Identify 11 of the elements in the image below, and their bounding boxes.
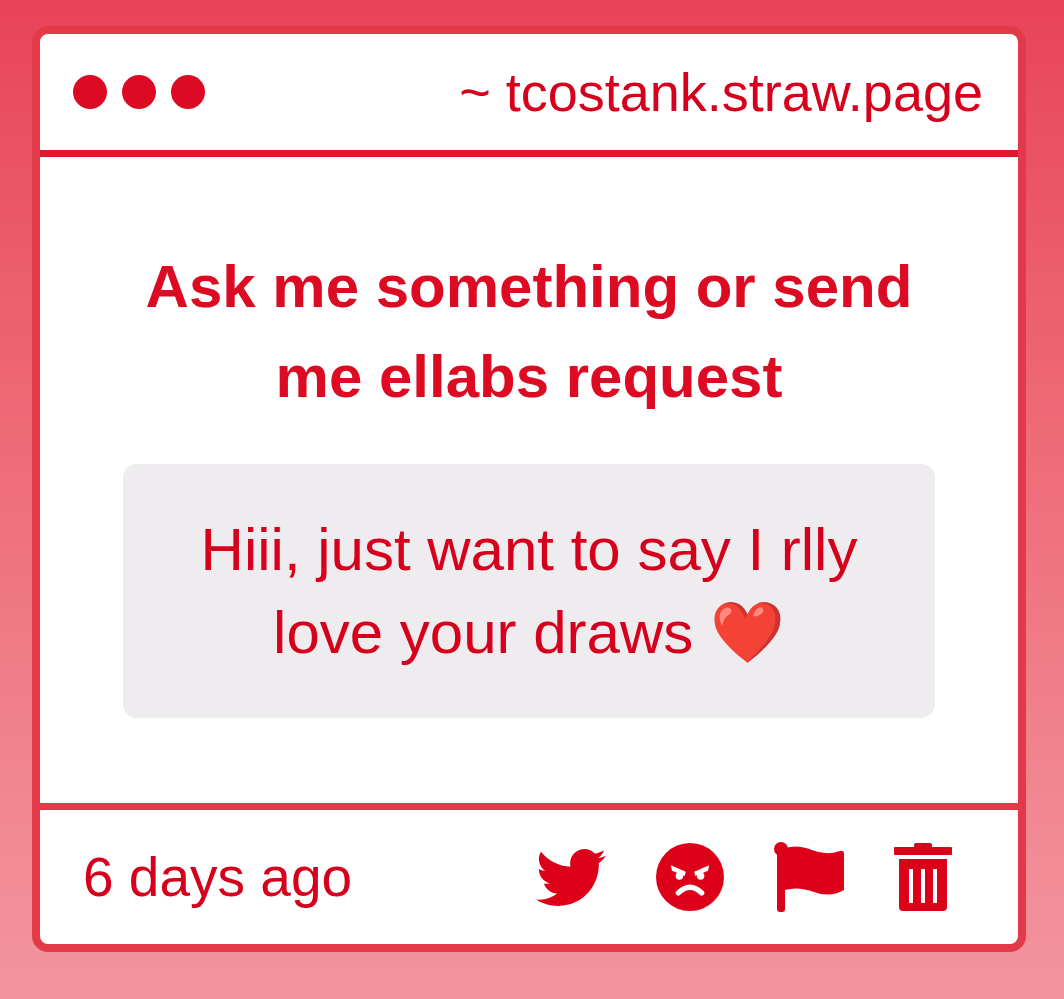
message-text: Hiii, just want to say I rlly love your draws ❤	[199, 515, 859, 668]
prompt-title: Ask me something or send me ellabs request	[144, 252, 914, 412]
window-dot-icon	[171, 75, 205, 109]
angry-face-icon[interactable]	[656, 843, 724, 911]
trash-icon[interactable]	[894, 843, 952, 911]
post-time: 6 days ago	[83, 846, 353, 908]
window-dot-icon	[73, 75, 107, 109]
flag-icon[interactable]	[774, 842, 844, 912]
window-dot-icon	[122, 75, 156, 109]
bird-icon[interactable]	[536, 848, 606, 906]
page-address: ~ tcostank.straw.page	[459, 61, 983, 123]
